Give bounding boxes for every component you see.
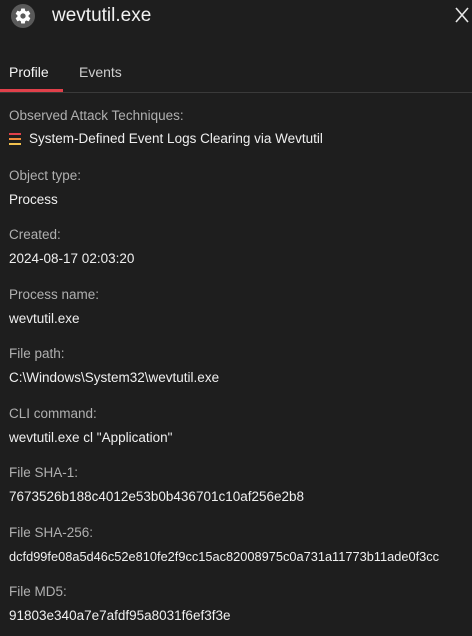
field-label: File SHA-256:	[9, 524, 94, 540]
tab-profile[interactable]: Profile	[9, 64, 49, 80]
gear-icon	[11, 4, 35, 28]
field-label: Process name:	[9, 286, 100, 302]
field-label: Created:	[9, 227, 61, 242]
field-value: 7673526b188c4012e53b0b436701c10af256e2b8	[9, 489, 305, 504]
field-value: Process	[9, 191, 58, 207]
field-label: CLI command:	[9, 405, 97, 421]
field-value: dcfd99fe08a5d46c52e810fe2f9cc15ac8200897…	[9, 548, 440, 564]
tab-events[interactable]: Events	[79, 64, 122, 80]
close-icon[interactable]	[454, 6, 470, 24]
field-techniques: Observed Attack Techniques: System-Defin…	[9, 100, 469, 160]
active-tab-indicator	[0, 89, 63, 92]
field-label: File path:	[9, 346, 65, 361]
severity-icon	[9, 133, 21, 145]
field-object-type: Object type: Process	[9, 160, 469, 220]
field-created: Created: 2024-08-17 02:03:20	[9, 219, 469, 279]
tab-bar: Profile Events	[0, 58, 472, 93]
field-label: Object type:	[9, 167, 82, 183]
field-process-name: Process name: wevtutil.exe	[9, 279, 469, 339]
field-label: File MD5:	[9, 584, 67, 599]
page-title: wevtutil.exe	[52, 5, 152, 26]
panel-header: wevtutil.exe	[0, 0, 472, 34]
field-sha1: File SHA-1: 7673526b188c4012e53b0b436701…	[9, 457, 469, 517]
profile-details: Observed Attack Techniques: System-Defin…	[9, 100, 469, 636]
field-label: Observed Attack Techniques:	[9, 108, 184, 123]
field-value: 2024-08-17 02:03:20	[9, 251, 135, 266]
technique-link[interactable]: System-Defined Event Logs Clearing via W…	[29, 131, 323, 146]
field-md5: File MD5: 91803e340a7e7afdf95a8031f6ef3f…	[9, 576, 469, 636]
field-sha256: File SHA-256: dcfd99fe08a5d46c52e810fe2f…	[9, 517, 469, 577]
field-value: 91803e340a7e7afdf95a8031f6ef3f3e	[9, 608, 231, 623]
field-value: wevtutil.exe	[9, 310, 80, 326]
field-file-path: File path: C:\Windows\System32\wevtutil.…	[9, 338, 469, 398]
field-value: wevtutil.exe cl "Application"	[9, 429, 173, 445]
field-label: File SHA-1:	[9, 465, 79, 480]
field-cli-command: CLI command: wevtutil.exe cl "Applicatio…	[9, 398, 469, 458]
field-value: C:\Windows\System32\wevtutil.exe	[9, 370, 220, 385]
